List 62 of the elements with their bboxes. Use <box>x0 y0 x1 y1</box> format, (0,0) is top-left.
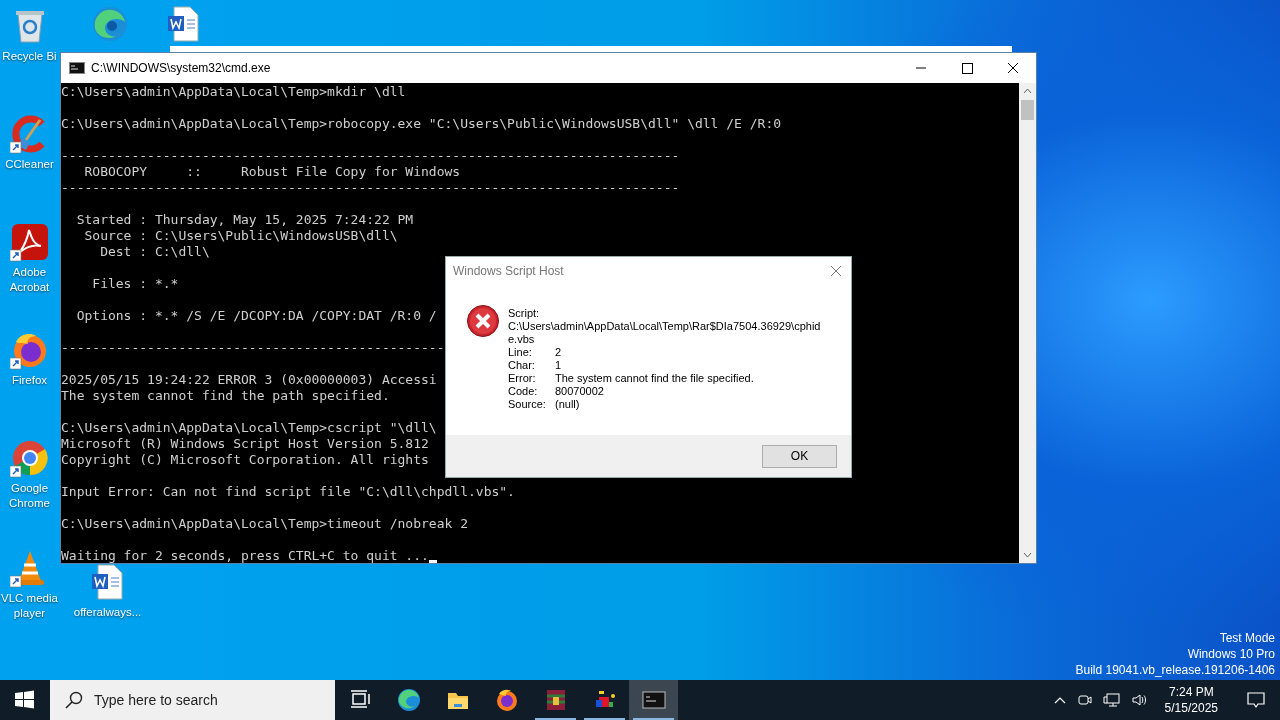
field-value: 2 <box>555 346 562 359</box>
console-line: ROBOCOPY :: Robust File Copy for Windows <box>83 164 461 180</box>
console-line: Dest : C:\dll\ <box>99 244 210 260</box>
edition-watermark-text: Build 19041.vb_release.191206-1406 <box>1075 662 1275 678</box>
network-icon[interactable] <box>1102 692 1121 708</box>
camera-icon[interactable] <box>1076 692 1093 708</box>
notification-icon[interactable] <box>1246 690 1266 710</box>
scrollbar-thumb[interactable] <box>1021 100 1034 120</box>
console-line: Waiting for 2 seconds, press CTRL+C to quit ... <box>61 548 429 564</box>
console-line: Started : Thursday, May 15, 2025 7:24:22 PM <box>75 212 414 228</box>
field-label: Source: <box>508 398 547 411</box>
desktop-icon-label[interactable]: Firefox <box>11 373 48 388</box>
browser-icon <box>396 688 421 712</box>
console-line: ------------------------------------------------- <box>61 340 445 356</box>
console-line: Copyright (C) Microsoft Corporation. All rights <box>61 452 429 468</box>
field-label: Script: <box>508 307 540 319</box>
console-line: Microsoft (R) Windows Script Host Version 5.812 <box>61 436 429 452</box>
console-line: Options : *.* /S /E /DCOPY:DA /COPY:DAT /R:0 / <box>75 308 437 324</box>
dialog-title: Windows Script Host <box>453 264 564 278</box>
field-label: Error: <box>508 372 537 385</box>
close-button[interactable] <box>830 265 842 277</box>
field-value: (null) <box>555 398 580 411</box>
desktop-icon-label[interactable]: VLC media player <box>0 591 59 621</box>
terminal-icon <box>69 62 85 74</box>
console-line: Input Error: Can not find script file "C:\dll\chpdll.vbs". <box>61 484 515 500</box>
console-line: ------------------------------------------------------------------------------- <box>61 148 680 164</box>
field-value: 80070002 <box>555 385 604 398</box>
field-label: Char: <box>508 359 536 372</box>
volume-icon[interactable] <box>1130 692 1149 708</box>
field-label: Line: <box>508 346 533 359</box>
field-value: 1 <box>555 359 562 372</box>
search-icon <box>64 690 84 710</box>
desktop-icon-label[interactable]: Google Chrome <box>0 481 59 511</box>
window-title: C:\WINDOWS\system32\cmd.exe <box>91 61 271 75</box>
edition-watermark-text: Test Mode <box>1218 630 1275 646</box>
desktop-icon-label[interactable]: Adobe Acrobat <box>0 265 59 295</box>
console-line: C:\Users\admin\AppData\Local\Temp>mkdir \dll <box>61 84 406 100</box>
search-field[interactable]: Type here to search <box>50 680 335 720</box>
console-line: Files : *.* <box>91 276 179 292</box>
clock-button[interactable]: 7:24 PM 5/15/2025 <box>1158 684 1224 716</box>
field-value: C:\Users\admin\AppData\Local\Temp\Rar$DIa7504.36929\cphide.vbs <box>508 320 821 345</box>
field-value: The system cannot find the file specified. <box>555 372 754 385</box>
taskbar-button[interactable] <box>629 680 678 720</box>
console-line: Source : C:\Users\Public\WindowsUSB\dll\ <box>83 228 398 244</box>
console-line: ------------------------------------------------------------------------------- <box>61 180 680 196</box>
desktop-icon-label[interactable]: Recycle Bi <box>2 49 57 64</box>
console-line: C:\Users\admin\AppData\Local\Temp>robocopy.exe "C:\Users\Public\WindowsUSB\dll" \dll /E /R:0 <box>61 116 782 132</box>
console-line: C:\Users\admin\AppData\Local\Temp>timeout /nobreak 2 <box>61 516 468 532</box>
field-label: Code: <box>508 385 539 398</box>
console-line: The system cannot find the path specified. <box>61 388 390 404</box>
browser-icon[interactable] <box>9 438 50 478</box>
desktop-icon-label[interactable]: CCleaner <box>5 157 54 172</box>
pdf-icon[interactable] <box>9 222 50 262</box>
terminal-icon <box>641 688 666 712</box>
console-line: C:\Users\admin\AppData\Local\Temp>cscript "\dll\ <box>61 420 437 436</box>
error-icon <box>466 304 500 338</box>
desktop-icon-label[interactable]: offeralways... <box>73 605 142 620</box>
console-line: 2025/05/15 19:24:22 ERROR 3 (0x00000003) Accessi <box>61 372 437 388</box>
ok-button[interactable]: OK <box>762 444 837 468</box>
scrollbar[interactable] <box>1019 83 1036 563</box>
fox-icon <box>494 688 519 712</box>
edition-watermark-text: Windows 10 Pro <box>1186 646 1275 662</box>
